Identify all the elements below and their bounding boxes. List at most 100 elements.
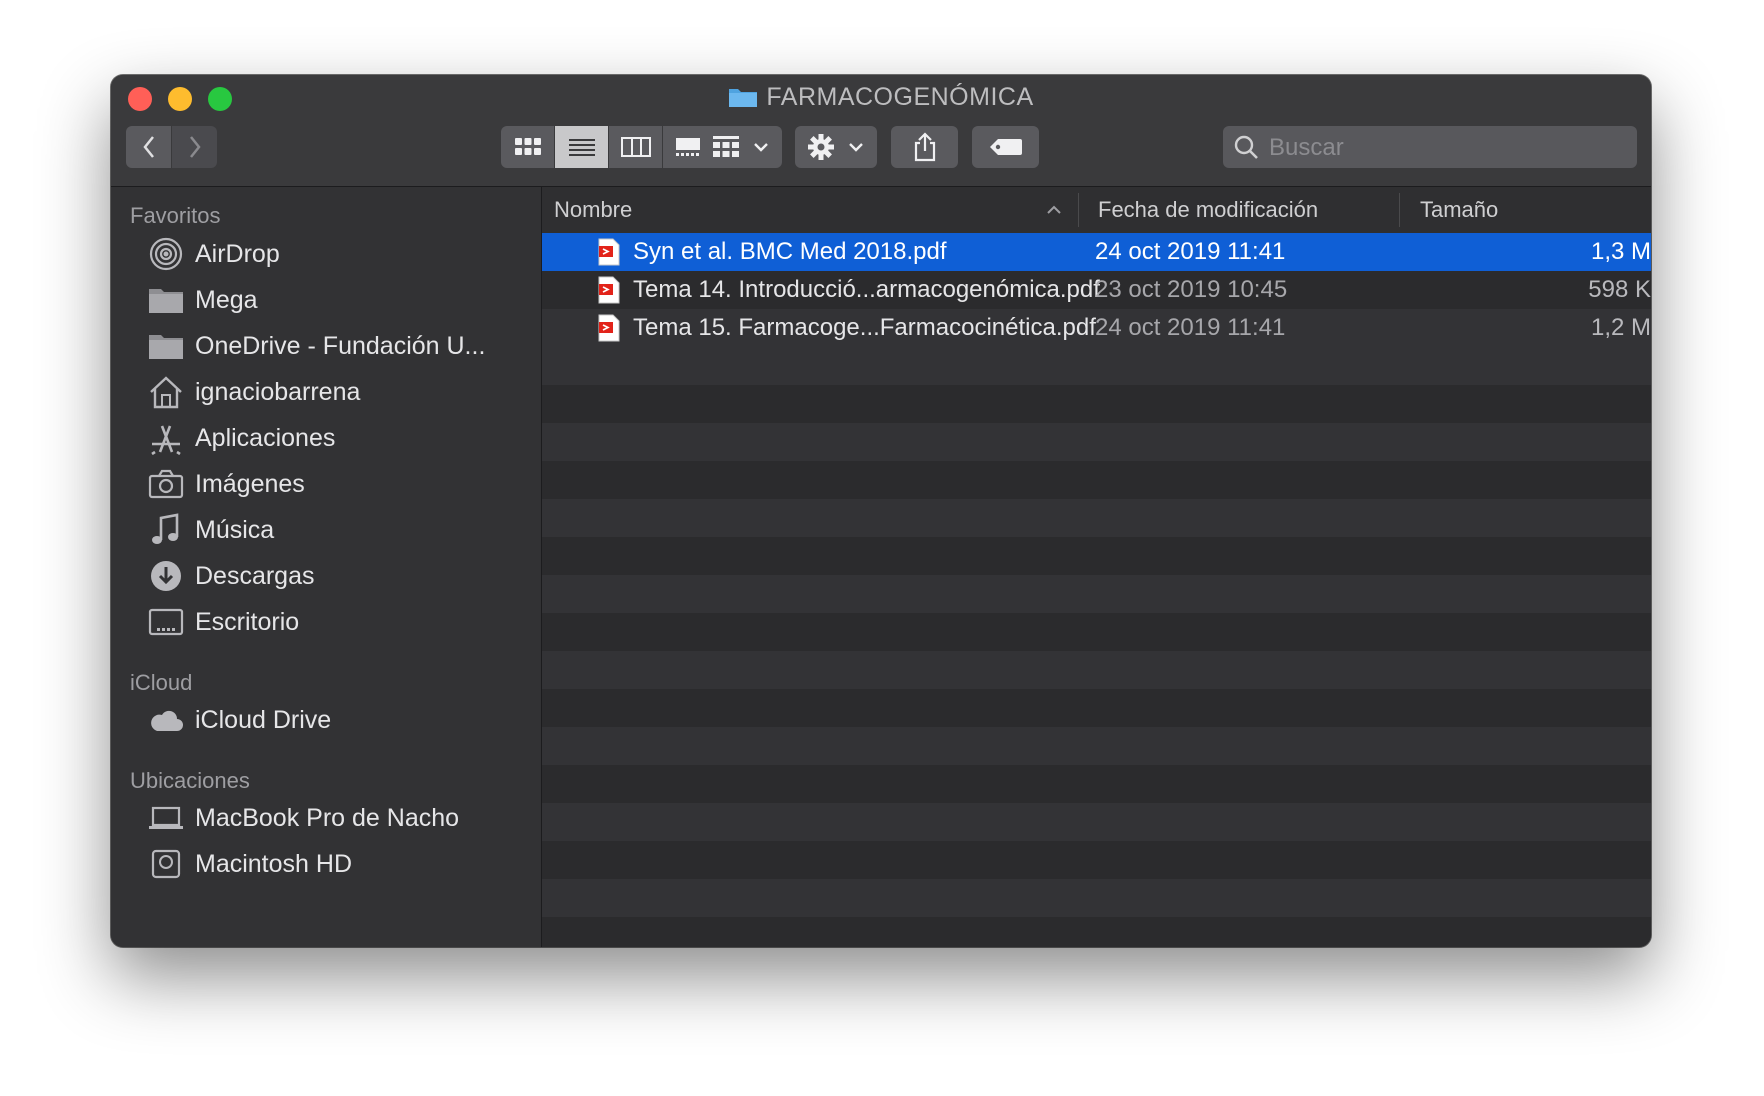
file-name: Tema 15. Farmacoge...Farmacocinética.pdf xyxy=(633,314,1096,341)
file-list: Nombre Fecha de modificación Tamaño Syn … xyxy=(542,187,1651,947)
column-header-date[interactable]: Fecha de modificación xyxy=(1098,187,1318,233)
empty-row xyxy=(542,423,1651,461)
column-separator[interactable] xyxy=(1078,193,1079,227)
column-header-size[interactable]: Tamaño xyxy=(1420,187,1498,233)
sidebar-item-label: OneDrive - Fundación U... xyxy=(195,331,486,360)
search-icon xyxy=(1234,135,1258,159)
chevron-down-icon xyxy=(849,143,863,152)
camera-icon xyxy=(146,464,186,504)
download-icon xyxy=(146,556,186,596)
pdf-file-icon xyxy=(598,314,620,342)
sidebar-item-music[interactable]: Música xyxy=(111,507,541,553)
chevron-right-icon xyxy=(189,136,201,158)
file-name: Syn et al. BMC Med 2018.pdf xyxy=(633,238,947,265)
sidebar-item-macbook[interactable]: MacBook Pro de Nacho xyxy=(111,795,541,841)
empty-row xyxy=(542,575,1651,613)
sidebar-item-label: Descargas xyxy=(195,561,315,590)
sidebar-item-label: Música xyxy=(195,515,275,544)
sidebar-item-onedrive[interactable]: OneDrive - Fundación U... xyxy=(111,323,541,369)
view-mode-control xyxy=(501,126,717,168)
action-menu-button[interactable] xyxy=(795,126,877,168)
sidebar-item-label: ignaciobarrena xyxy=(195,377,361,406)
columns-icon xyxy=(620,137,651,157)
sidebar-section-icloud: iCloud xyxy=(130,670,193,695)
sidebar-section-favoritos: Favoritos xyxy=(130,203,221,228)
desktop-icon xyxy=(146,602,186,642)
chevron-left-icon xyxy=(142,136,154,158)
forward-button[interactable] xyxy=(172,126,217,168)
sidebar-item-label: Mega xyxy=(195,285,258,314)
file-size: 1,2 M xyxy=(1590,314,1651,341)
hard-drive-icon xyxy=(146,844,186,884)
pdf-file-icon xyxy=(598,276,620,304)
column-header-name[interactable]: Nombre xyxy=(554,187,632,233)
grid-icon xyxy=(514,138,541,155)
chevron-up-icon xyxy=(1047,205,1061,214)
file-date: 24 oct 2019 11:41 xyxy=(1095,238,1286,265)
sidebar-item-label: Imágenes xyxy=(195,469,305,498)
sidebar-item-airdrop[interactable]: AirDrop xyxy=(111,231,541,277)
file-row[interactable]: Tema 14. Introducció...armacogenómica.pd… xyxy=(542,271,1651,309)
sidebar-item-label: Aplicaciones xyxy=(195,423,336,452)
window-title: FARMACOGENÓMICA xyxy=(766,83,1034,111)
sidebar-item-label: Escritorio xyxy=(195,607,300,636)
sidebar-item-home[interactable]: ignaciobarrena xyxy=(111,369,541,415)
sidebar-item-label: iCloud Drive xyxy=(195,705,332,734)
applications-icon xyxy=(146,418,186,458)
empty-row xyxy=(542,651,1651,689)
sidebar-item-pictures[interactable]: Imágenes xyxy=(111,461,541,507)
pdf-file-icon xyxy=(598,238,620,266)
share-icon xyxy=(914,132,935,162)
sidebar-item-label: AirDrop xyxy=(195,239,280,268)
folder-icon xyxy=(729,89,758,107)
sidebar-item-label: Macintosh HD xyxy=(195,849,352,878)
sidebar-section-ubicaciones: Ubicaciones xyxy=(130,768,250,793)
group-by-button[interactable] xyxy=(700,126,782,168)
chevron-down-icon xyxy=(754,143,768,152)
file-size: 598 K xyxy=(1588,276,1651,303)
empty-row xyxy=(542,803,1651,841)
list-icon xyxy=(568,139,595,156)
group-grid-icon xyxy=(713,136,739,157)
sidebar: Favoritos AirDrop Mega OneDrive - Fundac… xyxy=(111,187,542,947)
file-date: 23 oct 2019 10:45 xyxy=(1095,276,1288,303)
search-field[interactable] xyxy=(1223,126,1637,170)
share-button[interactable] xyxy=(891,126,958,168)
sidebar-item-icloud-drive[interactable]: iCloud Drive xyxy=(111,697,541,743)
laptop-icon xyxy=(146,798,186,838)
empty-row xyxy=(542,879,1651,917)
search-input[interactable] xyxy=(1267,126,1631,170)
folder-icon xyxy=(146,280,186,320)
sidebar-item-desktop[interactable]: Escritorio xyxy=(111,599,541,645)
music-note-icon xyxy=(146,510,186,550)
sidebar-item-downloads[interactable]: Descargas xyxy=(111,553,541,599)
file-row[interactable]: Tema 15. Farmacoge...Farmacocinética.pdf… xyxy=(542,309,1651,347)
back-button[interactable] xyxy=(126,126,171,168)
list-view-button[interactable] xyxy=(555,126,609,168)
empty-row xyxy=(542,499,1651,537)
file-name: Tema 14. Introducció...armacogenómica.pd… xyxy=(633,276,1100,303)
column-separator[interactable] xyxy=(1399,193,1400,227)
file-size: 1,3 M xyxy=(1590,238,1651,265)
sidebar-item-applications[interactable]: Aplicaciones xyxy=(111,415,541,461)
home-icon xyxy=(146,372,186,412)
icon-view-button[interactable] xyxy=(501,126,555,168)
sidebar-item-macintosh-hd[interactable]: Macintosh HD xyxy=(111,841,541,887)
folder-icon xyxy=(146,326,186,366)
list-header: Nombre Fecha de modificación Tamaño xyxy=(542,187,1651,234)
cloud-icon xyxy=(146,700,186,740)
finder-window: FARMACOGENÓMICA Buscar Favoritos AirDrop… xyxy=(111,75,1651,947)
sidebar-item-label: MacBook Pro de Nacho xyxy=(195,803,460,832)
gear-icon xyxy=(808,134,834,160)
tags-button[interactable] xyxy=(972,126,1039,168)
empty-row xyxy=(542,727,1651,765)
file-date: 24 oct 2019 11:41 xyxy=(1095,314,1286,341)
airdrop-icon xyxy=(146,234,186,274)
empty-row xyxy=(542,347,1651,385)
file-row[interactable]: Syn et al. BMC Med 2018.pdf 24 oct 2019 … xyxy=(542,233,1651,271)
column-view-button[interactable] xyxy=(609,126,663,168)
window-title-area: FARMACOGENÓMICA xyxy=(111,83,1651,112)
tag-icon xyxy=(989,139,1022,155)
toolbar: FARMACOGENÓMICA xyxy=(111,75,1651,187)
sidebar-item-mega[interactable]: Mega xyxy=(111,277,541,323)
